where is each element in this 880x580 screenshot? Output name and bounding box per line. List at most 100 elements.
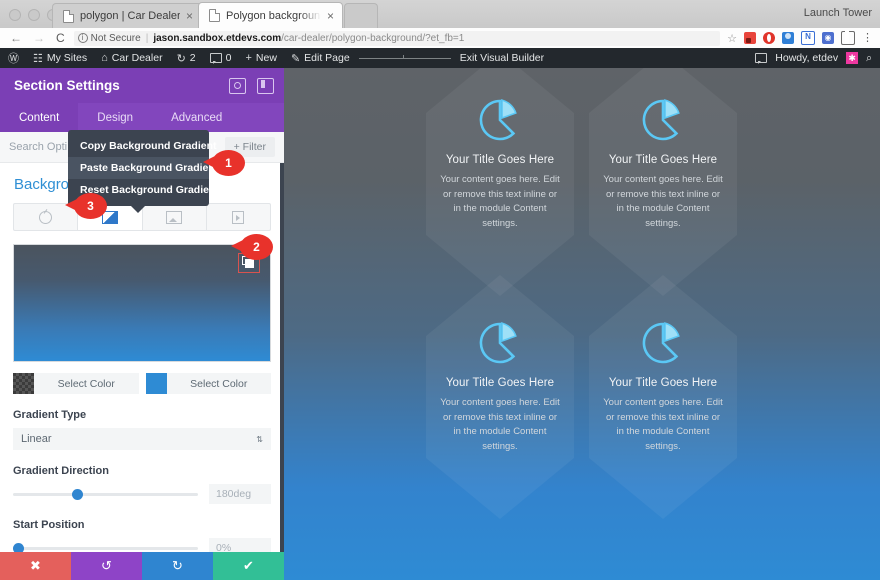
url-path: /car-dealer/polygon-background/?et_fb=1: [281, 32, 465, 44]
wp-item-car-dealer-label: Car Dealer: [111, 52, 163, 64]
comment-icon: [209, 53, 222, 64]
tab-design[interactable]: Design: [78, 103, 152, 132]
screenshot-root: polygon | Car Dealer × Polygon backgroun…: [0, 0, 880, 580]
select-color-start[interactable]: Select Color: [13, 373, 139, 394]
panel-action-bar: ✖ ↺ ↻ ✔: [0, 552, 284, 580]
search-icon[interactable]: ⌕: [866, 52, 872, 65]
layout-icon[interactable]: [257, 77, 274, 94]
page-title: Section Settings: [14, 78, 120, 93]
tab-content[interactable]: Content: [0, 103, 79, 132]
crop-icon[interactable]: [229, 77, 246, 94]
howdy-label[interactable]: Howdy, etdev: [775, 52, 838, 64]
select-color-end[interactable]: Select Color: [145, 373, 271, 394]
panel-scrollbar[interactable]: [280, 163, 284, 580]
hexagon-title: Your Title Goes Here: [608, 154, 718, 166]
wp-item-comments[interactable]: 0: [203, 52, 239, 64]
minimize-window-button[interactable]: [28, 9, 40, 21]
n-box-icon[interactable]: N: [801, 31, 815, 45]
callout-number: 3: [87, 199, 94, 213]
url-host: jason.sandbox.etdevs.com: [153, 32, 282, 44]
bg-tab-video[interactable]: [207, 204, 270, 230]
wp-item-car-dealer[interactable]: ⌂ Car Dealer: [94, 52, 169, 64]
pie-chart-icon: [479, 322, 517, 364]
update-icon: ↻: [176, 52, 186, 65]
gradient-direction-input[interactable]: 180deg: [209, 484, 271, 504]
cancel-button[interactable]: ✖: [0, 552, 71, 580]
reload-icon[interactable]: C: [56, 31, 65, 45]
slider-knob[interactable]: [72, 488, 84, 500]
gradient-type-label: Gradient Type: [13, 409, 87, 421]
wp-item-edit-page-label: Edit Page: [304, 52, 350, 64]
hexagon-title: Your Title Goes Here: [445, 154, 555, 166]
page-icon: [63, 9, 74, 23]
callout-number: 2: [253, 240, 260, 254]
redo-button[interactable]: ↻: [142, 552, 213, 580]
close-window-button[interactable]: [9, 9, 21, 21]
wp-item-updates[interactable]: ↻ 2: [170, 52, 203, 65]
blue-tag-icon[interactable]: [782, 32, 794, 44]
exit-visual-builder-label: Exit Visual Builder: [459, 52, 545, 64]
gradient-preview[interactable]: [13, 244, 271, 362]
wordpress-logo-icon: Ⓦ: [8, 53, 19, 65]
pie-chart-icon: [642, 99, 680, 141]
hexagon-card[interactable]: Your Title Goes Here Your content goes h…: [589, 275, 737, 519]
address-bar-input[interactable]: i Not Secure | jason.sandbox.etdevs.com …: [73, 30, 721, 46]
opera-icon[interactable]: [763, 32, 775, 44]
callout-number: 1: [225, 156, 232, 170]
menu-item-copy-background-gradient[interactable]: Copy Background Gradient: [68, 135, 217, 157]
back-icon[interactable]: ←: [10, 31, 22, 45]
hexagon-card[interactable]: Your Title Goes Here Your content goes h…: [426, 68, 574, 296]
tab-advanced[interactable]: Advanced: [152, 103, 241, 132]
callout-badge-1: 1: [203, 150, 245, 176]
hexagon-card[interactable]: Your Title Goes Here Your content goes h…: [426, 275, 574, 519]
new-tab-button[interactable]: [344, 3, 378, 28]
bg-tab-image[interactable]: [143, 204, 207, 230]
wp-logo-item[interactable]: Ⓦ: [0, 50, 26, 66]
select-color-end-label: Select Color: [190, 377, 248, 390]
notifications-icon[interactable]: [755, 53, 768, 64]
launch-tower-label[interactable]: Launch Tower: [804, 7, 872, 19]
extension-red-icon[interactable]: [744, 32, 756, 44]
p-box-icon[interactable]: ◉: [822, 32, 834, 44]
wp-item-comments-count: 0: [225, 52, 232, 64]
hexagon-body: Your content goes here. Edit or remove t…: [603, 397, 723, 452]
panel-header: Section Settings: [0, 68, 284, 103]
gradient-direction-slider[interactable]: [13, 488, 198, 500]
hexagon-card[interactable]: Your Title Goes Here Your content goes h…: [589, 68, 737, 296]
browser-tab-1[interactable]: polygon | Car Dealer ×: [52, 3, 202, 28]
forward-icon[interactable]: →: [33, 31, 45, 45]
browser-url-bar: ← → C i Not Secure | jason.sandbox.etdev…: [0, 28, 880, 49]
browser-tab-2[interactable]: Polygon background | Car Dea ×: [198, 2, 343, 28]
start-position-slider[interactable]: [13, 542, 198, 554]
hexagon-body: Your content goes here. Edit or remove t…: [603, 174, 723, 229]
gradient-direction-slider-row: 180deg: [13, 484, 271, 504]
color-swatch-start: [13, 373, 34, 394]
gradient-direction-field: Gradient Direction 180deg: [13, 465, 271, 504]
save-button[interactable]: ✔: [213, 552, 284, 580]
exit-visual-builder-button[interactable]: Exit Visual Builder: [453, 52, 551, 64]
not-secure-icon: i: [77, 33, 88, 43]
hexagon-title: Your Title Goes Here: [608, 377, 718, 389]
wp-item-new-label: New: [255, 52, 277, 64]
undo-button[interactable]: ↺: [71, 552, 142, 580]
wp-item-my-sites-label: My Sites: [46, 52, 88, 64]
browser-nav-buttons: ← → C: [0, 31, 74, 45]
pie-chart-icon: [642, 322, 680, 364]
wp-item-edit-page[interactable]: ✎ Edit Page: [284, 52, 357, 65]
wp-item-my-sites[interactable]: ☷ My Sites: [26, 52, 94, 65]
admin-bar-divider: [358, 54, 451, 59]
close-tab-icon[interactable]: ×: [186, 10, 193, 22]
gradient-type-select[interactable]: Linear ⇅: [13, 428, 271, 450]
browser-menu-icon[interactable]: ⋮: [862, 33, 873, 44]
plus-icon: +: [245, 52, 252, 64]
browser-tab-1-title: polygon | Car Dealer: [80, 10, 180, 22]
menu-item-paste-background-gradient[interactable]: Paste Background Gradient: [68, 157, 218, 179]
gradient-type-field: Gradient Type Linear ⇅: [13, 409, 271, 450]
panel-tab-bar: Content Design Advanced: [0, 103, 284, 132]
bookmark-star-icon[interactable]: ☆: [727, 32, 737, 45]
wp-item-new[interactable]: + New: [238, 52, 283, 64]
frame-icon[interactable]: [841, 30, 855, 45]
close-tab-icon[interactable]: ×: [327, 10, 334, 22]
avatar[interactable]: ✱: [846, 52, 859, 64]
start-position-label: Start Position: [13, 519, 85, 531]
